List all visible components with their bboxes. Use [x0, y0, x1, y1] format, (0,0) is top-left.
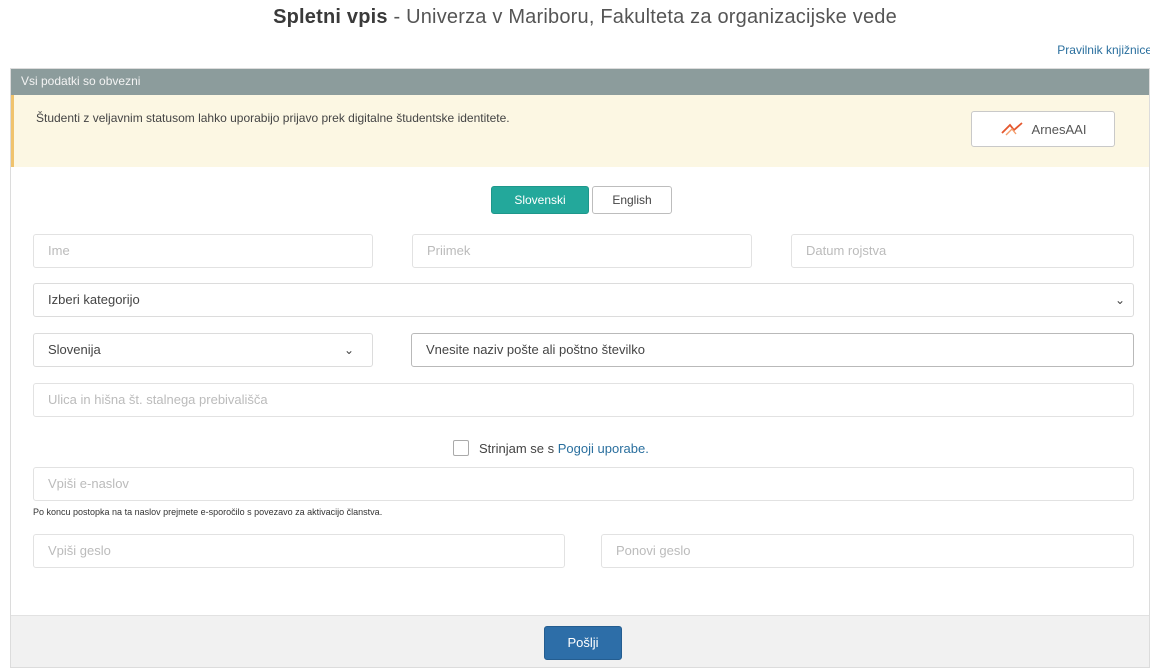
- password-field[interactable]: Vpiši geslo: [33, 534, 565, 568]
- terms-checkbox[interactable]: [453, 440, 469, 456]
- submit-button[interactable]: Pošlji: [544, 626, 622, 660]
- language-switcher: Slovenski English: [491, 186, 672, 214]
- page-title-bold: Spletni vpis: [273, 6, 388, 28]
- chevron-down-icon: ⌄: [343, 343, 354, 357]
- language-slovenian-button[interactable]: Slovenski: [491, 186, 589, 214]
- language-english-button[interactable]: English: [592, 186, 672, 214]
- street-address-field[interactable]: Ulica in hišna št. stalnega prebivališča: [33, 383, 1134, 417]
- terms-prefix: Strinjam se s: [479, 440, 555, 456]
- arnes-aai-icon: [1000, 122, 1023, 136]
- student-identity-notice: Študenti z veljavnim statusom lahko upor…: [11, 95, 1149, 167]
- category-select[interactable]: Izberi kategorijo ⌄: [33, 283, 1134, 317]
- email-field[interactable]: Vpiši e-naslov: [33, 467, 1134, 501]
- library-rules-link[interactable]: Pravilnik knjižnice: [1057, 43, 1150, 57]
- arnes-aai-label: ArnesAAI: [1031, 121, 1087, 137]
- arnes-aai-button[interactable]: ArnesAAI: [971, 111, 1115, 147]
- terms-link[interactable]: Pogoji uporabe.: [558, 441, 649, 456]
- post-office-input[interactable]: Vnesite naziv pošte ali poštno številko: [411, 333, 1134, 367]
- category-select-value: Izberi kategorijo: [48, 292, 140, 307]
- registration-form: Vsi podatki so obvezni Študenti z veljav…: [10, 68, 1150, 668]
- page-title-rest: - Univerza v Mariboru, Fakulteta za orga…: [387, 6, 897, 28]
- password-repeat-field[interactable]: Ponovi geslo: [601, 534, 1134, 568]
- country-select[interactable]: Slovenija ⌄: [33, 333, 373, 367]
- form-footer: Pošlji: [11, 615, 1149, 667]
- notice-text: Študenti z veljavnim statusom lahko upor…: [36, 111, 510, 125]
- terms-agreement: Strinjam se s Pogoji uporabe.: [453, 440, 649, 456]
- email-activation-note: Po koncu postopka na ta naslov prejmete …: [33, 507, 383, 517]
- last-name-field[interactable]: Priimek: [412, 234, 752, 268]
- required-fields-note: Vsi podatki so obvezni: [11, 69, 1149, 95]
- country-select-value: Slovenija: [48, 342, 101, 357]
- chevron-down-icon: ⌄: [1114, 293, 1125, 307]
- first-name-field[interactable]: Ime: [33, 234, 373, 268]
- page-title: Spletni vpis - Univerza v Mariboru, Faku…: [0, 6, 1150, 29]
- birth-date-field[interactable]: Datum rojstva: [791, 234, 1134, 268]
